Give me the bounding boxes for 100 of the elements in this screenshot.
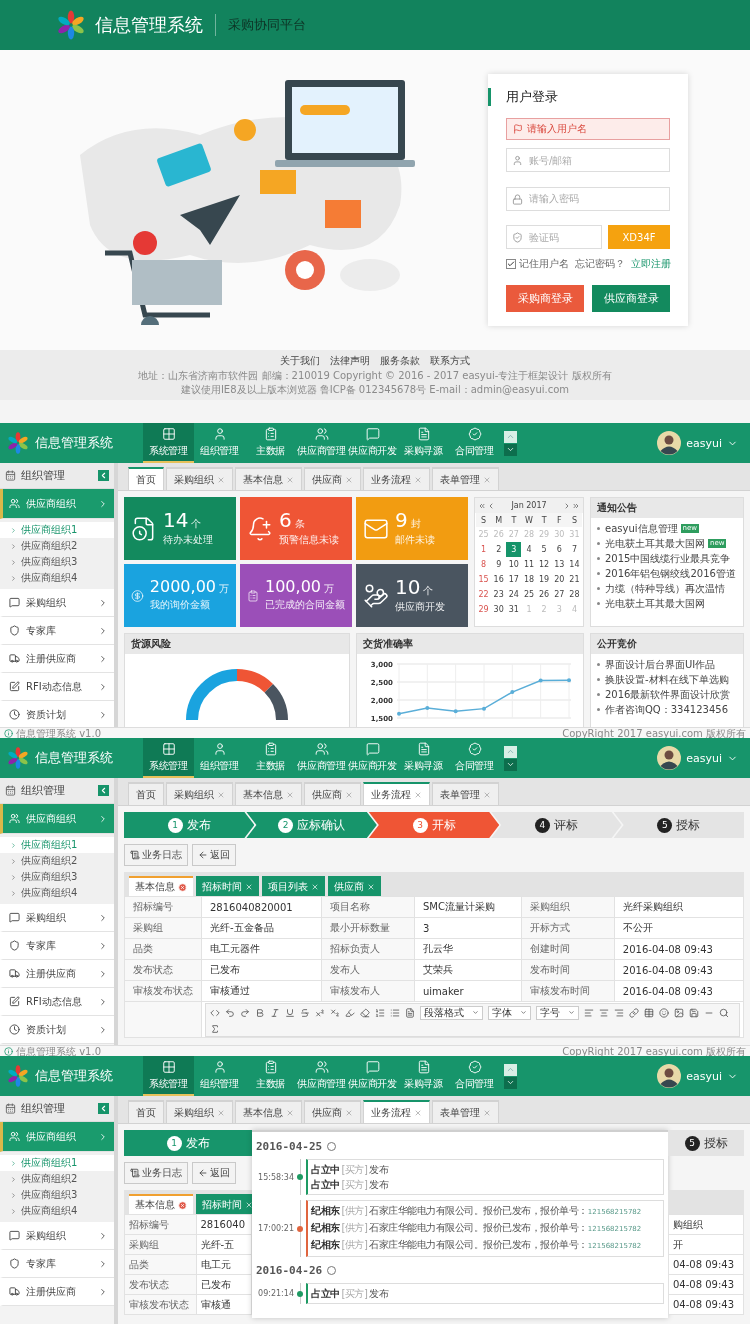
tab[interactable]: 供应商 bbox=[304, 1100, 361, 1123]
nav-item[interactable]: 供应商开发 bbox=[347, 1056, 398, 1096]
footer-link[interactable]: 联系方式 bbox=[430, 354, 470, 368]
nav-item[interactable]: 系统管理 bbox=[143, 1056, 194, 1096]
password-field[interactable]: 请输入密码 bbox=[506, 186, 670, 211]
login-button[interactable]: 供应商登录 bbox=[592, 285, 670, 312]
tab[interactable]: 基本信息 bbox=[235, 1100, 302, 1123]
close-icon[interactable] bbox=[217, 475, 225, 484]
nav-item[interactable]: 采购寻源 bbox=[398, 1056, 449, 1096]
table-icon[interactable] bbox=[644, 1007, 654, 1018]
sidebar-item[interactable]: 注册供应商 bbox=[0, 645, 114, 673]
close-icon[interactable] bbox=[178, 882, 187, 892]
close-icon[interactable] bbox=[217, 790, 225, 799]
calendar-day[interactable]: 2 bbox=[491, 542, 507, 557]
previous-year-icon[interactable] bbox=[478, 501, 486, 510]
calendar-day[interactable]: 14 bbox=[566, 557, 582, 572]
notice-link[interactable]: 力缆（特种导线）再次温情 bbox=[597, 581, 725, 596]
sub-tab[interactable]: 招标时间 bbox=[196, 876, 259, 896]
calendar-day[interactable]: 1 bbox=[476, 542, 492, 557]
calendar-day[interactable]: 6 bbox=[551, 542, 567, 557]
calendar-day[interactable]: 11 bbox=[521, 557, 537, 572]
sub-tab[interactable]: 项目列表 bbox=[262, 876, 325, 896]
nav-item[interactable]: 供应商管理 bbox=[296, 423, 347, 463]
nav-item[interactable]: 系统管理 bbox=[143, 738, 194, 778]
nav-item[interactable]: 采购寻源 bbox=[398, 738, 449, 778]
sub-tab[interactable]: 招标时间 bbox=[196, 1194, 252, 1214]
calendar-day[interactable]: 27 bbox=[551, 587, 567, 602]
close-icon[interactable] bbox=[311, 883, 319, 891]
redo-icon[interactable] bbox=[240, 1007, 250, 1018]
calendar-day[interactable]: 30 bbox=[491, 602, 507, 617]
sidebar-subitem[interactable]: 供应商组织3 bbox=[0, 1187, 114, 1203]
bidding-link[interactable]: 换肤设置-材料在线下单选购 bbox=[597, 672, 737, 687]
notice-link[interactable]: easyui信息管理 bbox=[597, 521, 678, 536]
sub-tab[interactable]: 基本信息 bbox=[129, 1194, 193, 1214]
tab[interactable]: 业务流程 bbox=[363, 467, 430, 490]
smile-icon[interactable] bbox=[659, 1007, 669, 1018]
sidebar-subitem[interactable]: 供应商组织3 bbox=[0, 869, 114, 885]
sidebar-subitem[interactable]: 供应商组织4 bbox=[0, 885, 114, 901]
sidebar-subitem[interactable]: 供应商组织2 bbox=[0, 853, 114, 869]
search-icon[interactable] bbox=[719, 1007, 729, 1018]
calendar-day[interactable]: 5 bbox=[536, 542, 552, 557]
nav-item[interactable]: 组织管理 bbox=[194, 423, 245, 463]
nav-item[interactable]: 供应商开发 bbox=[347, 738, 398, 778]
sidebar-item[interactable]: RFI动态信息 bbox=[0, 988, 114, 1016]
close-icon[interactable] bbox=[414, 475, 422, 484]
calendar-day[interactable]: 22 bbox=[476, 587, 492, 602]
nav-item[interactable]: 组织管理 bbox=[194, 738, 245, 778]
align-left-icon[interactable] bbox=[584, 1007, 594, 1018]
nav-item[interactable]: 合同管理 bbox=[449, 1056, 500, 1096]
sidebar-subitem[interactable]: 供应商组织3 bbox=[0, 554, 114, 570]
log-button[interactable]: 业务日志 bbox=[124, 1162, 188, 1184]
nav-item[interactable]: 主数据 bbox=[245, 1056, 296, 1096]
close-icon[interactable] bbox=[367, 883, 375, 891]
tab[interactable]: 基本信息 bbox=[235, 467, 302, 490]
close-icon[interactable] bbox=[414, 790, 422, 799]
sidebar-item[interactable]: 采购组织 bbox=[0, 1222, 114, 1250]
format-dropdown[interactable]: 段落格式 bbox=[420, 1005, 483, 1020]
sidebar-item[interactable]: 供应商组织 bbox=[0, 1122, 114, 1152]
back-button[interactable]: 返回 bbox=[192, 844, 236, 866]
close-icon[interactable] bbox=[178, 1200, 187, 1210]
sidebar-item[interactable]: 专家库 bbox=[0, 932, 114, 960]
calendar-day[interactable]: 23 bbox=[491, 587, 507, 602]
close-icon[interactable] bbox=[286, 1108, 294, 1117]
bidding-link[interactable]: 界面设计后台界面UI作品 bbox=[597, 657, 737, 672]
sidebar-item[interactable]: 专家库 bbox=[0, 617, 114, 645]
calendar-day[interactable]: 31 bbox=[506, 602, 522, 617]
tab[interactable]: 表单管理 bbox=[432, 782, 499, 805]
sidebar-subitem[interactable]: 供应商组织1 bbox=[0, 837, 114, 853]
tab[interactable]: 表单管理 bbox=[432, 467, 499, 490]
tab[interactable]: 表单管理 bbox=[432, 1100, 499, 1123]
save-icon[interactable] bbox=[689, 1007, 699, 1018]
nav-item[interactable]: 组织管理 bbox=[194, 1056, 245, 1096]
bidding-link[interactable]: 2016最新软件界面设计欣赏 bbox=[597, 687, 737, 702]
remember-checkbox[interactable] bbox=[506, 259, 516, 269]
tab[interactable]: 业务流程 bbox=[363, 782, 430, 805]
close-icon[interactable] bbox=[414, 1108, 422, 1117]
collapse-button[interactable] bbox=[98, 470, 109, 481]
scroll-up-button[interactable] bbox=[504, 430, 517, 443]
close-icon[interactable] bbox=[286, 475, 294, 484]
calendar-day[interactable]: 26 bbox=[536, 587, 552, 602]
sidebar-subitem[interactable]: 供应商组织4 bbox=[0, 570, 114, 586]
eraser-icon[interactable] bbox=[360, 1007, 370, 1018]
calendar-day[interactable]: 12 bbox=[536, 557, 552, 572]
document-icon[interactable] bbox=[405, 1007, 415, 1018]
close-icon[interactable] bbox=[483, 475, 491, 484]
sidebar-item[interactable]: 采购组织 bbox=[0, 904, 114, 932]
nav-item[interactable]: 采购寻源 bbox=[398, 423, 449, 463]
captcha-field[interactable]: 验证码 bbox=[506, 225, 602, 249]
tab[interactable]: 业务流程 bbox=[363, 1100, 430, 1123]
close-icon[interactable] bbox=[345, 790, 353, 799]
sidebar-item[interactable]: 资质计划 bbox=[0, 701, 114, 727]
calendar-day[interactable]: 10 bbox=[506, 557, 522, 572]
align-center-icon[interactable] bbox=[599, 1007, 609, 1018]
link-icon[interactable] bbox=[629, 1007, 639, 1018]
calendar-day[interactable]: 25 bbox=[521, 587, 537, 602]
tab[interactable]: 首页 bbox=[128, 1100, 164, 1123]
image-icon[interactable] bbox=[674, 1007, 684, 1018]
calendar-day[interactable]: 29 bbox=[476, 602, 492, 617]
notice-link[interactable]: 光电获土耳其最大国网 bbox=[597, 536, 705, 551]
calendar-day[interactable]: 18 bbox=[521, 572, 537, 587]
